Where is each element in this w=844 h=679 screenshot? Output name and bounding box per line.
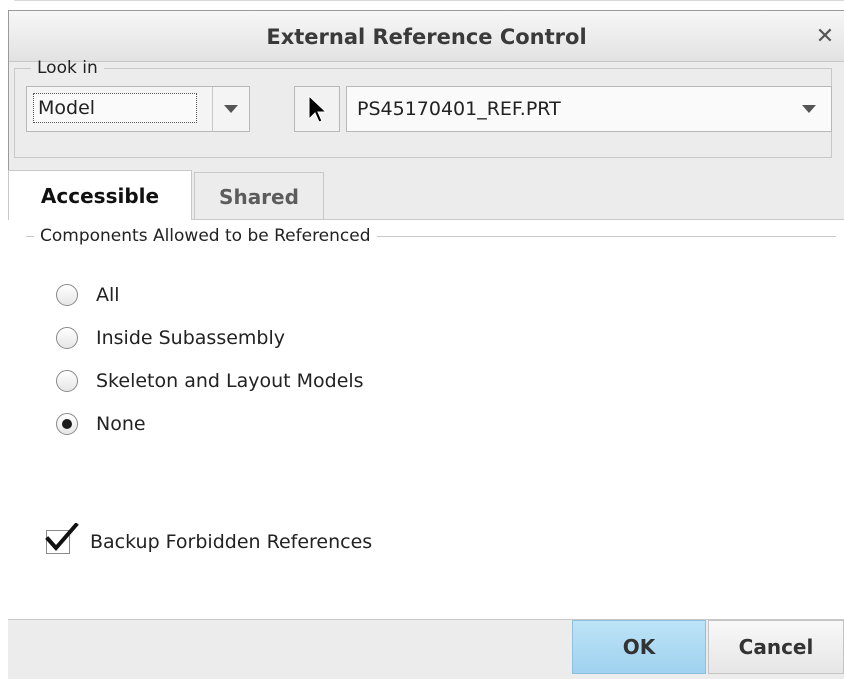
look-in-legend: Look in xyxy=(37,58,98,78)
components-legend: Components Allowed to be Referenced xyxy=(40,226,371,246)
radio-option-all[interactable]: All xyxy=(56,280,120,310)
components-allowed-group: Components Allowed to be Referenced xyxy=(26,226,836,497)
backup-forbidden-references[interactable]: Backup Forbidden References xyxy=(45,523,373,558)
radio-label: Skeleton and Layout Models xyxy=(96,370,364,392)
title-bar: External Reference Control ✕ xyxy=(9,11,844,62)
radio-option-none[interactable]: None xyxy=(56,409,146,439)
chevron-down-icon[interactable] xyxy=(212,87,249,131)
dialog-title: External Reference Control xyxy=(266,25,587,49)
radio-option-skeleton-layout[interactable]: Skeleton and Layout Models xyxy=(56,366,364,396)
reference-model-dropdown[interactable]: PS45170401_REF.PRT xyxy=(346,86,832,132)
tab-accessible[interactable]: Accessible xyxy=(8,170,192,220)
radio-button[interactable] xyxy=(56,370,78,392)
scope-dropdown[interactable]: Model xyxy=(26,86,250,132)
scope-value: Model xyxy=(33,93,197,123)
chevron-down-icon[interactable] xyxy=(787,87,831,131)
checkmark-icon xyxy=(45,523,79,552)
backup-checkbox[interactable] xyxy=(45,523,79,554)
radio-label: All xyxy=(96,284,120,306)
tab-shared[interactable]: Shared xyxy=(194,172,324,220)
radio-button[interactable] xyxy=(56,327,78,349)
radio-option-inside-subassembly[interactable]: Inside Subassembly xyxy=(56,323,285,353)
radio-label: Inside Subassembly xyxy=(96,327,285,349)
top-divider xyxy=(14,0,844,1)
close-icon[interactable]: ✕ xyxy=(810,23,840,51)
radio-label: None xyxy=(96,413,146,435)
radio-button-selected[interactable] xyxy=(56,413,78,435)
ok-button[interactable]: OK xyxy=(572,620,706,674)
backup-label: Backup Forbidden References xyxy=(90,531,373,553)
radio-button[interactable] xyxy=(56,284,78,306)
reference-model-value: PS45170401_REF.PRT xyxy=(357,98,561,120)
cursor-arrow-icon xyxy=(308,95,327,123)
cancel-button[interactable]: Cancel xyxy=(708,620,844,674)
pick-reference-button[interactable] xyxy=(294,86,340,132)
